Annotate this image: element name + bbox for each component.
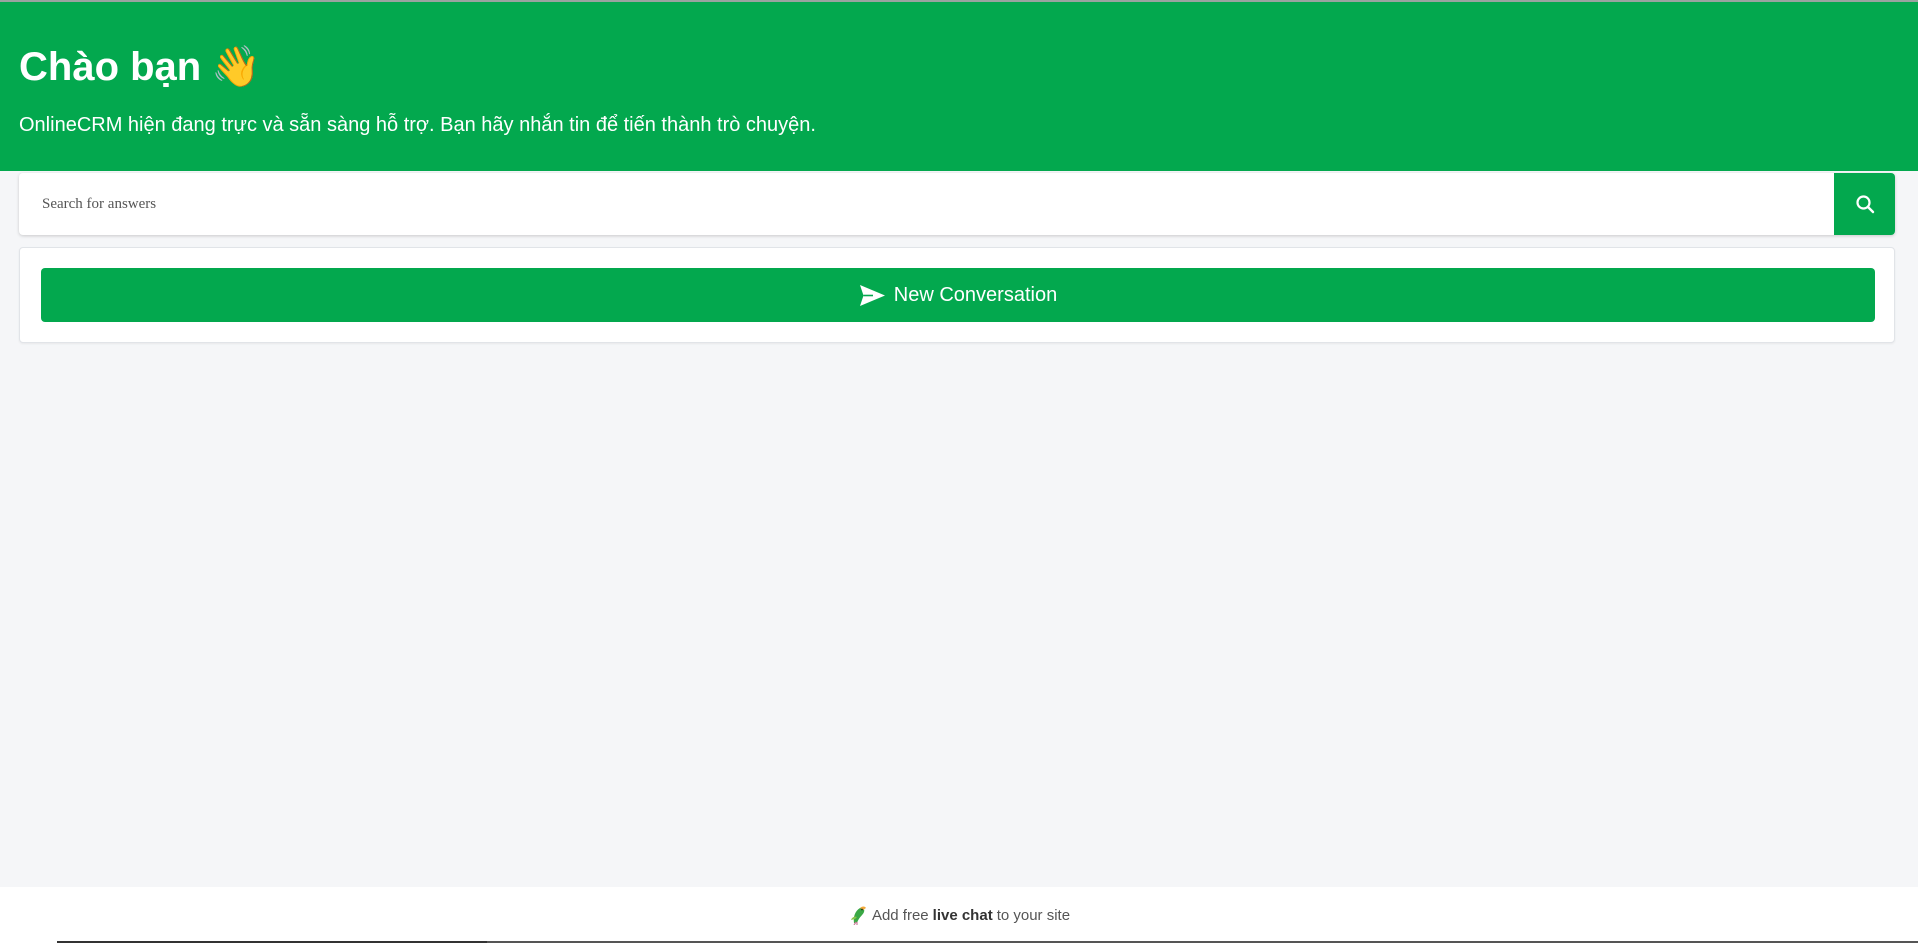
footer-suffix: to your site (996, 906, 1071, 924)
search-bar (19, 173, 1895, 235)
new-conversation-button[interactable]: New Conversation (41, 268, 1875, 322)
footer-live-chat: live chat (932, 906, 993, 924)
search-button[interactable] (1834, 173, 1895, 235)
greeting-title: Chào bạn 👋 (19, 42, 261, 92)
conversation-card: New Conversation (19, 247, 1895, 343)
greeting-title-text: Chào bạn (19, 45, 202, 89)
bird-logo-icon (848, 905, 868, 925)
greeting-subtitle: OnlineCRM hiện đang trực và sẵn sàng hỗ … (19, 114, 816, 136)
add-live-chat-link[interactable]: Add free live chat to your site (848, 905, 1070, 925)
wave-emoji-icon: 👋 (211, 44, 262, 90)
footer-prefix: Add free (871, 906, 929, 924)
header-banner: Chào bạn 👋 OnlineCRM hiện đang trực và sẵ… (0, 2, 1918, 171)
chat-widget: Chào bạn 👋 OnlineCRM hiện đang trực và sẵ… (0, 0, 1918, 943)
footer: Add free live chat to your site (0, 887, 1918, 943)
search-input[interactable] (19, 173, 1829, 235)
search-icon (1855, 194, 1875, 214)
send-icon (859, 284, 886, 307)
new-conversation-label: New Conversation (893, 283, 1058, 306)
